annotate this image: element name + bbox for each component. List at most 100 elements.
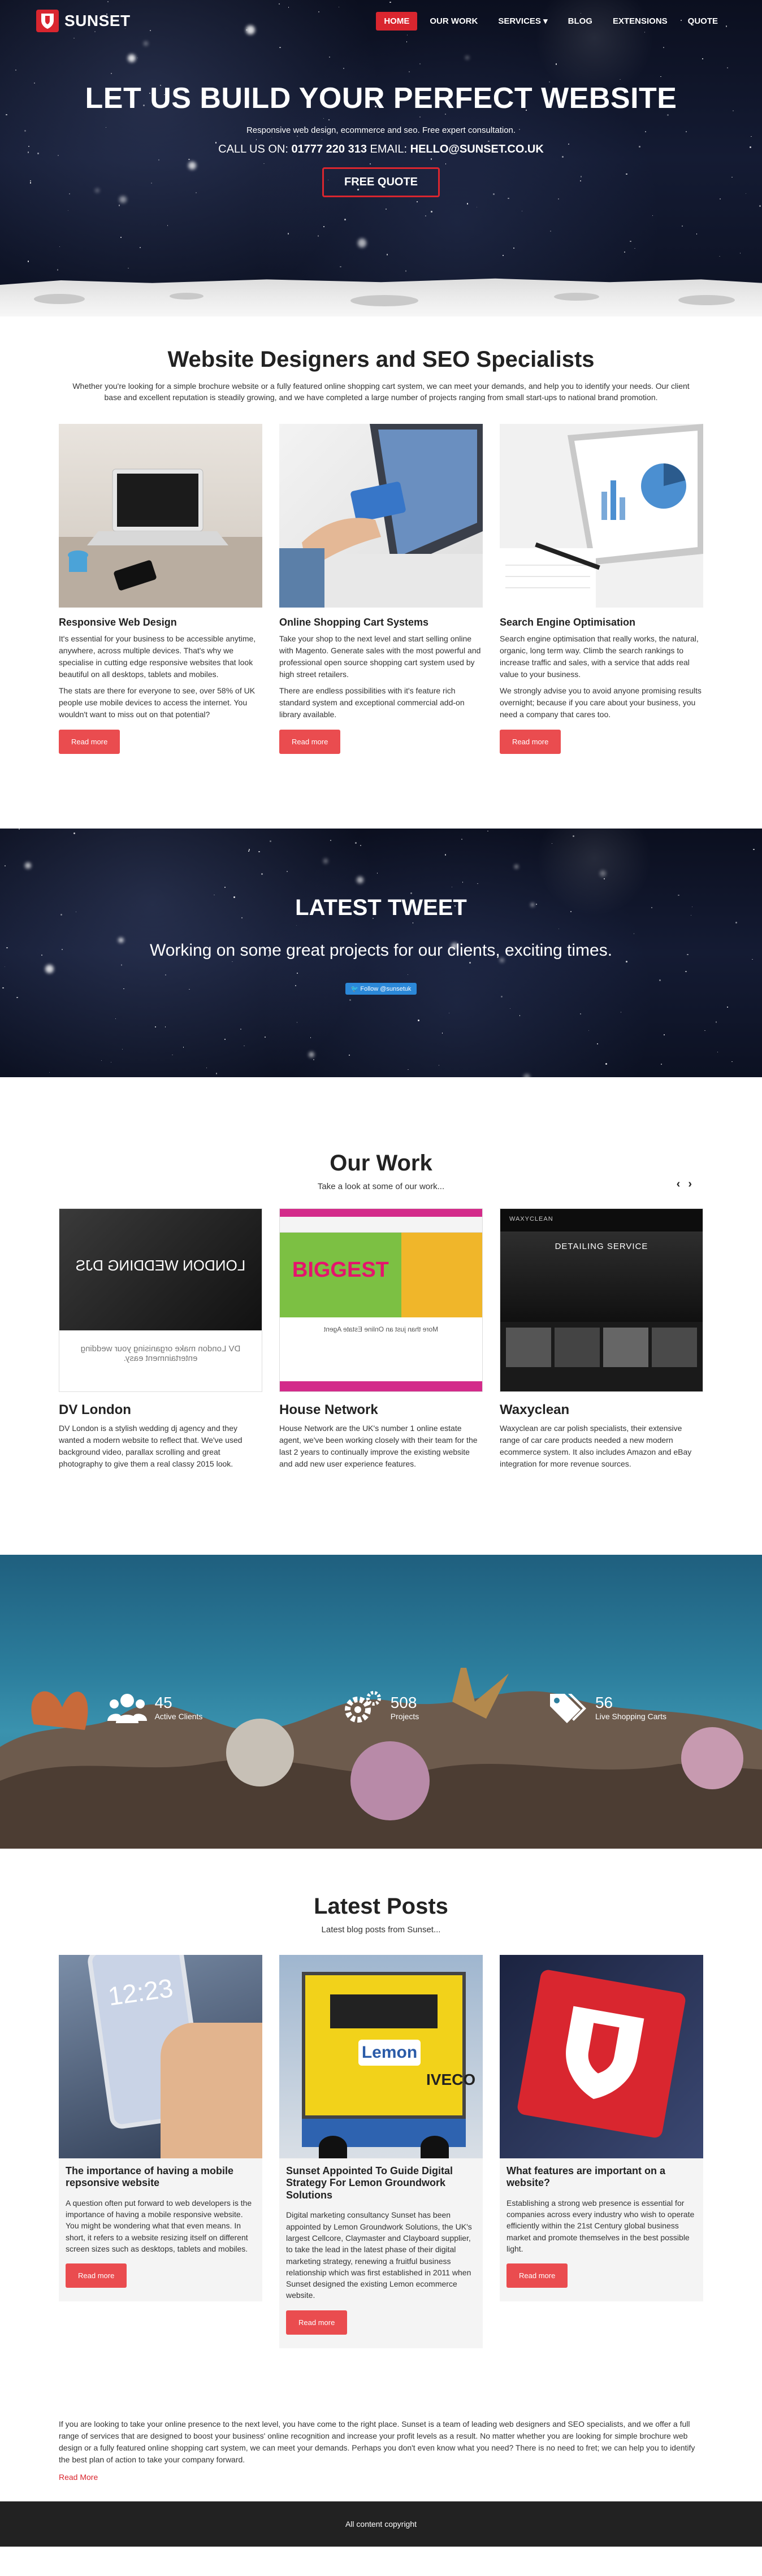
star	[34, 82, 36, 84]
nav-our-work[interactable]: OUR WORK	[422, 12, 486, 31]
free-quote-button[interactable]: FREE QUOTE	[322, 167, 440, 197]
star	[224, 1038, 226, 1040]
service-text: Search engine optimisation that really w…	[500, 634, 699, 679]
nav-blog[interactable]: BLOG	[560, 12, 600, 31]
post-title[interactable]: What features are important on a website…	[506, 2165, 696, 2189]
email-address[interactable]: HELLO@SUNSET.CO.UK	[410, 143, 544, 155]
logo[interactable]: SUNSET	[36, 10, 131, 32]
nav-quote[interactable]: QUOTE	[680, 12, 726, 31]
star	[725, 25, 728, 27]
post-card: What features are important on a website…	[500, 1954, 703, 2302]
star	[739, 253, 741, 254]
footer-read-more-link[interactable]: Read More	[59, 2471, 98, 2483]
star	[310, 1037, 311, 1038]
work-card: WAXYCLEAN DETAILING SERVICE Waxyclean Wa…	[500, 1208, 703, 1470]
work-card: BIGGEST More than just an Online Estate …	[279, 1208, 483, 1470]
work-title: Our Work	[330, 1150, 432, 1176]
house-network-screenshot[interactable]: BIGGEST More than just an Online Estate …	[279, 1208, 483, 1392]
read-more-button[interactable]: Read more	[66, 2263, 127, 2288]
post-text: Establishing a strong web presence is es…	[506, 2198, 695, 2253]
call-prefix: CALL US ON:	[218, 143, 288, 155]
prev-arrow-icon[interactable]: ‹	[677, 1178, 681, 1191]
posts-subtitle: Latest blog posts from Sunset...	[321, 1924, 441, 1935]
counter-number: 508	[390, 1693, 417, 1711]
counter-label: Active Clients	[154, 1711, 203, 1721]
star	[128, 267, 129, 269]
star	[720, 198, 721, 200]
post-title[interactable]: Sunset Appointed To Guide Digital Strate…	[286, 2165, 476, 2202]
read-more-button[interactable]: Read more	[279, 729, 341, 754]
star	[348, 1054, 350, 1056]
star	[59, 246, 60, 247]
star	[502, 254, 504, 256]
star	[704, 1030, 705, 1031]
service-text: The stats are there for everyone to see,…	[59, 686, 256, 719]
star	[120, 236, 122, 238]
nav-extensions[interactable]: EXTENSIONS	[605, 12, 676, 31]
star	[386, 254, 388, 255]
read-more-button[interactable]: Read more	[286, 2310, 348, 2335]
mobile-phone-image[interactable]: 12:23	[59, 1954, 262, 2158]
read-more-button[interactable]: Read more	[59, 729, 120, 754]
star	[317, 235, 319, 237]
star	[27, 261, 29, 262]
nav-home[interactable]: HOME	[376, 11, 418, 31]
post-card: 12:23 The importance of having a mobile …	[59, 1954, 262, 2302]
star	[523, 1073, 531, 1077]
house-network-shot-sub: More than just an Online Estate Agent	[323, 1325, 439, 1333]
star	[183, 1047, 184, 1048]
main-nav: HOME OUR WORK SERVICES ▾ BLOG EXTENSIONS…	[376, 11, 726, 31]
email-prefix: EMAIL:	[370, 143, 408, 155]
star	[244, 1045, 245, 1047]
star	[731, 1061, 733, 1063]
star	[349, 999, 351, 1001]
star	[15, 70, 16, 71]
star	[101, 1060, 102, 1061]
read-more-button[interactable]: Read more	[500, 729, 561, 754]
follow-label: Follow @sunsetuk	[360, 985, 412, 992]
dv-london-shot-sub: DV London make organising your wedding e…	[80, 1343, 241, 1363]
services-cards: Responsive Web Design It's essential for…	[59, 423, 703, 754]
post-card: Lemon IVECO Sunset Appointed To Guide Di…	[279, 1954, 483, 2348]
posts-title: Latest Posts	[314, 1893, 448, 1919]
post-title[interactable]: The importance of having a mobile repson…	[66, 2165, 256, 2189]
star	[29, 182, 32, 184]
dv-london-screenshot[interactable]: LONDON WEDDING DJS DV London make organi…	[59, 1208, 262, 1392]
truck-brand: Lemon	[358, 2039, 421, 2066]
star	[340, 266, 342, 268]
star	[386, 209, 387, 210]
crater	[350, 295, 418, 306]
star	[438, 1065, 440, 1066]
read-more-button[interactable]: Read more	[506, 2263, 568, 2288]
carousel-controls: ‹ ›	[677, 1178, 692, 1191]
star	[416, 201, 418, 203]
twitter-follow-button[interactable]: 🐦 Follow @sunsetuk	[345, 982, 417, 995]
latest-tweet-section: LATEST TWEET Working on some great proje…	[0, 828, 762, 1077]
brand-name: SUNSET	[64, 12, 131, 29]
star	[418, 1020, 420, 1022]
star	[6, 114, 7, 116]
counter-number: 56	[595, 1693, 613, 1711]
next-arrow-icon[interactable]: ›	[688, 1178, 692, 1191]
posts-cards: 12:23 The importance of having a mobile …	[59, 1954, 703, 2348]
star	[431, 210, 432, 213]
waxyclean-screenshot[interactable]: WAXYCLEAN DETAILING SERVICE	[500, 1208, 703, 1392]
nav-services[interactable]: SERVICES ▾	[490, 11, 555, 31]
star	[115, 1018, 116, 1020]
our-work-section: Our Work Take a look at some of our work…	[0, 1077, 762, 1555]
users-icon	[107, 1693, 147, 1723]
dv-london-shot-title: LONDON WEDDING DJS	[75, 1256, 246, 1274]
star	[49, 1072, 50, 1073]
service-card: Responsive Web Design It's essential for…	[59, 423, 262, 754]
sunset-logo-image[interactable]	[500, 1954, 703, 2158]
phone-number[interactable]: 01777 220 313	[291, 143, 366, 155]
seo-image	[500, 423, 703, 608]
counter-label: Projects	[390, 1711, 419, 1721]
services-title: Website Designers and SEO Specialists	[167, 347, 595, 372]
star	[265, 1037, 266, 1038]
moon-surface	[0, 278, 762, 316]
footer-text: If you are looking to take your online p…	[59, 2419, 695, 2464]
shopping-image	[279, 423, 483, 608]
lemon-truck-image[interactable]: Lemon IVECO	[279, 1954, 483, 2158]
work-name: House Network	[279, 1402, 378, 1417]
